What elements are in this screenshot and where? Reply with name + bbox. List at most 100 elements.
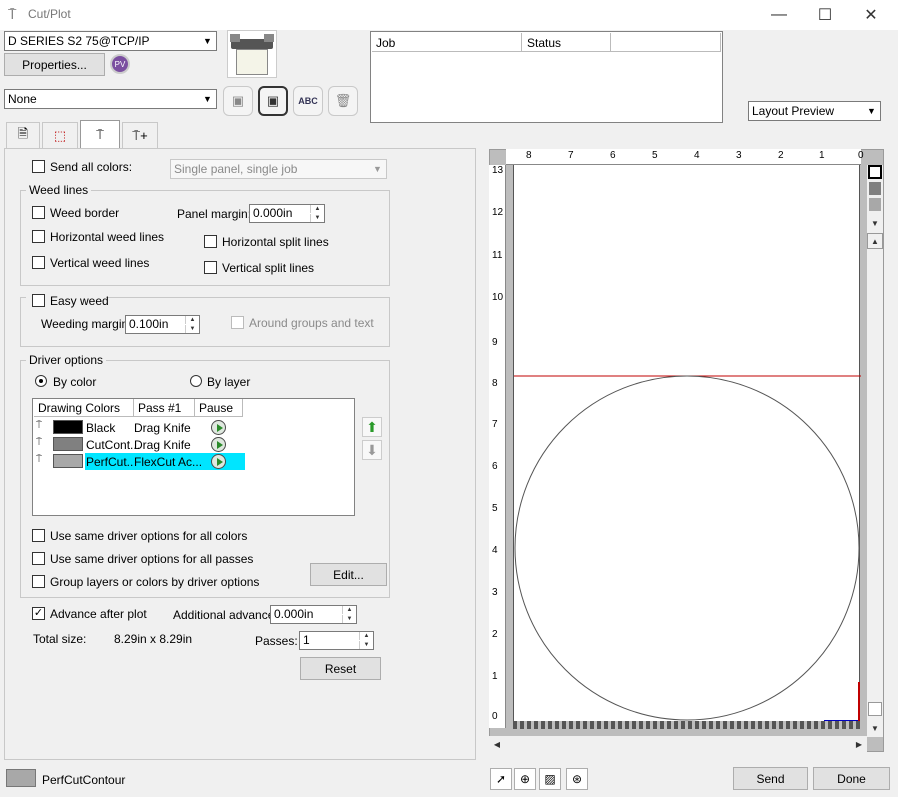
contour-circle: [514, 375, 860, 721]
pass-value: Drag Knife: [134, 438, 191, 452]
current-color-swatch: [6, 769, 36, 787]
spin-down-icon[interactable]: ▼: [310, 214, 324, 222]
rename-preset-icon[interactable]: ABC: [293, 86, 323, 116]
drawing-colors-header[interactable]: Drawing Colors: [34, 399, 134, 417]
chevron-down-icon: ▼: [373, 164, 382, 174]
ruler-tick-label: 0: [492, 711, 498, 722]
device-select-value: D SERIES S2 75@TCP/IP: [8, 34, 150, 48]
driver-options-title: Driver options: [26, 353, 107, 367]
save-preset-icon[interactable]: ▣: [223, 86, 253, 116]
table-row[interactable]: ⍑ PerfCut... FlexCut Ac...: [35, 453, 350, 470]
pass-header[interactable]: Pass #1: [134, 399, 195, 417]
minimize-button[interactable]: —: [756, 0, 802, 30]
horizontal-weed-label: Horizontal weed lines: [50, 230, 165, 244]
job-list[interactable]: Job Status: [370, 31, 723, 123]
spin-down-icon[interactable]: ▼: [185, 325, 199, 333]
color-black-swatch[interactable]: [868, 165, 882, 179]
job-column-header[interactable]: Job: [372, 33, 522, 52]
table-row[interactable]: ⍑ CutCont... Drag Knife: [35, 436, 350, 453]
advance-after-plot-checkbox[interactable]: ✓: [32, 607, 45, 620]
done-button[interactable]: Done: [813, 767, 890, 790]
scroll-up-icon[interactable]: ▲: [867, 233, 883, 249]
spin-up-icon[interactable]: ▲: [185, 316, 199, 324]
table-row[interactable]: ⍑ Black Drag Knife: [35, 419, 350, 436]
horizontal-split-checkbox[interactable]: [204, 235, 217, 248]
spin-up-icon[interactable]: ▲: [310, 205, 324, 213]
maximize-button[interactable]: ☐: [802, 0, 848, 30]
move-up-icon[interactable]: ⬆: [362, 417, 382, 437]
tab-tiling[interactable]: ⬚: [42, 122, 78, 148]
group-layers-checkbox[interactable]: [32, 575, 45, 588]
tiling-icon: ⬚: [53, 127, 67, 143]
save-as-preset-icon[interactable]: ▣: [258, 86, 288, 116]
weeding-margin-input[interactable]: 0.100in ▲ ▼: [125, 315, 200, 334]
device-select[interactable]: D SERIES S2 75@TCP/IP ▼: [4, 31, 217, 51]
ruler-tick-label: 13: [492, 165, 504, 176]
ruler-tick-label: 6: [610, 150, 616, 161]
scroll-left-icon[interactable]: ◀: [489, 736, 505, 752]
zoom-icon[interactable]: ⊕: [514, 768, 536, 790]
properties-button[interactable]: Properties...: [4, 53, 105, 76]
ruler-tick-label: 8: [492, 378, 498, 389]
send-all-colors-checkbox[interactable]: [32, 160, 45, 173]
select-tool-icon[interactable]: ➚: [490, 768, 512, 790]
reset-button[interactable]: Reset: [300, 657, 381, 680]
by-layer-radio[interactable]: [190, 375, 202, 387]
vertical-weed-label: Vertical weed lines: [50, 256, 150, 270]
pause-header[interactable]: Pause: [195, 399, 243, 417]
spin-down-icon[interactable]: ▼: [359, 641, 373, 649]
by-color-radio[interactable]: [35, 375, 47, 387]
scroll-down-icon[interactable]: ▼: [867, 720, 883, 736]
tab-advanced[interactable]: ⍑+: [122, 122, 158, 148]
knife-icon: ⍑: [36, 437, 42, 448]
move-down-icon[interactable]: ⬇: [362, 440, 382, 460]
same-all-passes-label: Use same driver options for all passes: [50, 552, 254, 566]
production-manager-icon[interactable]: PV: [110, 54, 130, 74]
edit-button[interactable]: Edit...: [310, 563, 387, 586]
driver-colors-list[interactable]: Drawing Colors Pass #1 Pause ⍑ Black Dra…: [32, 398, 355, 516]
zoom-fit-icon[interactable]: ▨: [539, 768, 561, 790]
color-gray-swatch[interactable]: [869, 182, 881, 195]
spin-up-icon[interactable]: ▲: [359, 632, 373, 640]
additional-advance-input[interactable]: 0.000in ▲ ▼: [270, 605, 357, 624]
same-all-passes-checkbox[interactable]: [32, 552, 45, 565]
by-color-label: By color: [53, 375, 97, 389]
ruler-tick-label: 7: [568, 150, 574, 161]
send-button[interactable]: Send: [733, 767, 808, 790]
vertical-split-checkbox[interactable]: [204, 261, 217, 274]
view-mode-select[interactable]: Layout Preview ▼: [748, 101, 881, 121]
tab-general[interactable]: 🗎: [6, 122, 40, 148]
ruler-tick-label: 8: [526, 150, 532, 161]
scroll-thumb[interactable]: [868, 702, 882, 716]
weed-border-checkbox[interactable]: [32, 206, 45, 219]
chevron-down-icon: ▼: [203, 94, 212, 104]
play-icon[interactable]: [211, 420, 226, 435]
window-title: Cut/Plot: [28, 7, 71, 21]
preset-select[interactable]: None ▼: [4, 89, 217, 109]
spin-up-icon[interactable]: ▲: [342, 606, 356, 614]
passes-input[interactable]: 1 ▲ ▼: [299, 631, 374, 650]
color-lightgray-swatch[interactable]: [869, 198, 881, 211]
zoom-selection-icon[interactable]: ⊛: [566, 768, 588, 790]
scroll-up-icon[interactable]: ▼: [867, 215, 883, 231]
horizontal-weed-checkbox[interactable]: [32, 230, 45, 243]
panel-margin-input[interactable]: 0.000in ▲ ▼: [249, 204, 325, 223]
vertical-split-label: Vertical split lines: [222, 261, 315, 275]
play-icon[interactable]: [211, 454, 226, 469]
horizontal-scrollbar[interactable]: ◀ ▶: [489, 736, 867, 752]
vertical-weed-checkbox[interactable]: [32, 256, 45, 269]
play-icon[interactable]: [211, 437, 226, 452]
vertical-scrollbar[interactable]: ▼ ▲ ▼: [867, 165, 883, 737]
status-column-header[interactable]: Status: [522, 33, 611, 52]
close-button[interactable]: ✕: [848, 0, 894, 30]
ruler-tick-label: 12: [492, 207, 504, 218]
tab-cut-options[interactable]: ⍑: [80, 120, 120, 149]
spin-down-icon[interactable]: ▼: [342, 615, 356, 623]
weed-border-label: Weed border: [50, 206, 120, 220]
delete-preset-icon[interactable]: 🗑: [328, 86, 358, 116]
media-sheet[interactable]: [513, 165, 861, 721]
scroll-right-icon[interactable]: ▶: [851, 736, 867, 752]
panel-margin-label: Panel margin:: [177, 207, 252, 221]
easy-weed-checkbox[interactable]: [32, 294, 45, 307]
same-all-colors-checkbox[interactable]: [32, 529, 45, 542]
